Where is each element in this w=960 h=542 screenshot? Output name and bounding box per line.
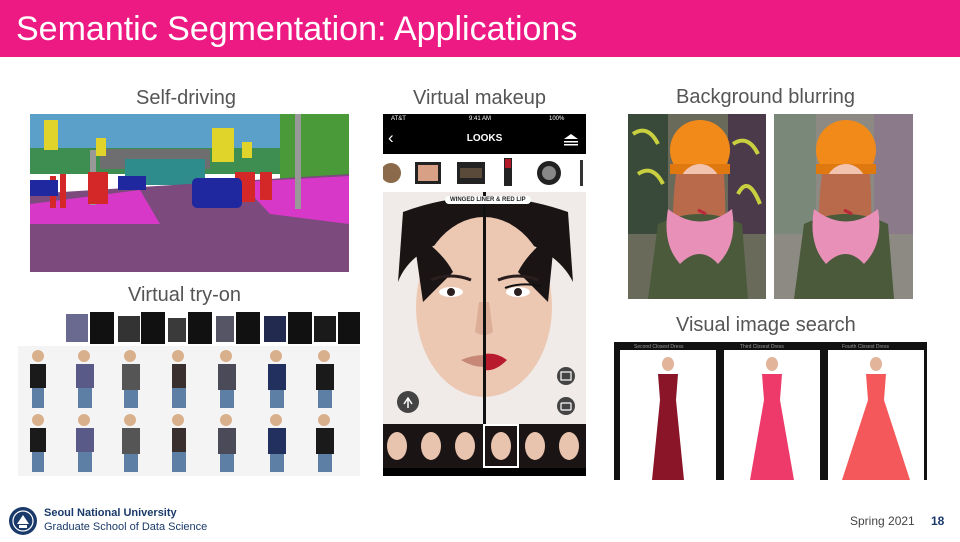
label-virtual-tryon: Virtual try-on [128,284,242,306]
visual-search-results: Second Closest Dress Third Closest Dress… [614,342,927,480]
product-strip [383,154,586,192]
result-caption: Second Closest Dress [634,344,684,350]
label-self-driving: Self-driving [136,87,237,109]
title-bar: Semantic Segmentation: Applications [0,0,960,57]
label-visual-search: Visual image search [676,314,856,336]
school-name: Graduate School of Data Science [44,521,208,533]
menu-icon[interactable] [563,133,579,147]
result-caption: Fourth Closest Dress [842,344,889,350]
battery-label: 100% [549,116,565,122]
result-card [724,350,820,480]
face-preview [383,192,586,424]
result-card [620,350,716,480]
result-caption: Third Closest Dress [740,344,784,350]
result-card [828,350,924,480]
virtual-tryon-image [18,312,360,476]
phone-nav-bar: ‹ LOOKS [383,124,586,154]
term-label: Spring 2021 [850,514,915,528]
label-background-blurring: Background blurring [676,86,855,108]
university-name: Seoul National University [44,507,177,519]
carrier-label: AT&T [391,116,406,122]
university-logo-icon [9,507,37,535]
time-label: 9:41 AM [469,116,492,122]
look-thumbnails[interactable] [383,424,586,468]
look-name-badge: WINGED LINER & RED LIP [445,196,531,204]
virtual-makeup-phone: AT&T 9:41 AM 100% ‹ LOOKS WINGED LINER &… [383,114,586,476]
blur-result-image [774,114,913,299]
screen-title: LOOKS [466,133,503,144]
blur-original-image [628,114,766,299]
label-virtual-makeup: Virtual makeup [413,87,547,109]
self-driving-image [30,114,349,272]
phone-status-bar: AT&T 9:41 AM 100% [383,114,586,124]
slide-title: Semantic Segmentation: Applications [16,10,578,48]
page-number: 18 [931,514,945,528]
